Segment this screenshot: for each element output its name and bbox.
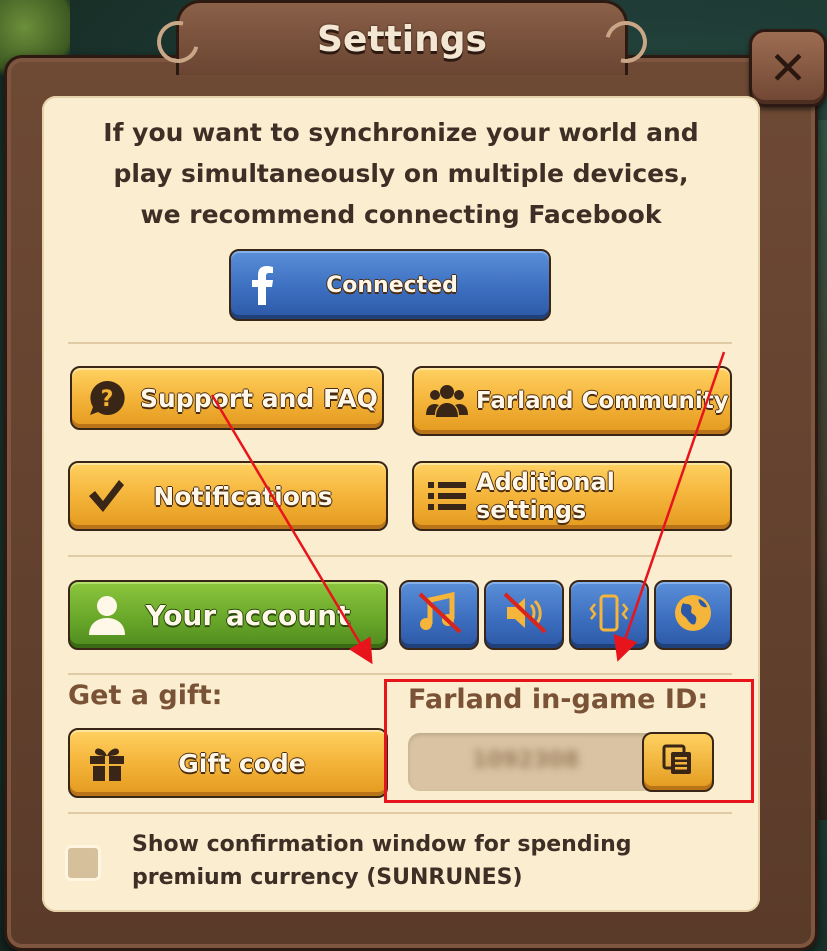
gift-code-label: Gift code: [178, 748, 306, 778]
gift-icon: [86, 742, 128, 784]
divider-top: [68, 342, 732, 344]
speaker-muted-icon: [501, 590, 547, 640]
gift-heading: Get a gift:: [68, 680, 223, 711]
community-label: Farland Community: [476, 388, 729, 414]
additional-settings-button[interactable]: Additional settings: [412, 461, 732, 531]
your-account-button[interactable]: Your account: [68, 580, 388, 650]
facebook-connect-button[interactable]: Connected: [229, 249, 551, 321]
question-icon: ?: [86, 377, 128, 419]
title-plate: Settings: [149, 0, 655, 75]
vibration-icon: [586, 590, 632, 640]
divider-middle: [68, 555, 732, 557]
music-muted-icon: [416, 590, 462, 640]
language-toggle[interactable]: [654, 580, 732, 650]
globe-icon: [671, 591, 715, 639]
person-icon: [86, 594, 128, 636]
divider-bottom: [68, 673, 732, 675]
notifications-button[interactable]: Notifications: [68, 461, 388, 531]
notifications-label: Notifications: [153, 481, 333, 511]
close-button[interactable]: ✕: [749, 29, 827, 107]
facebook-sync-message: If you want to synchronize your world an…: [103, 118, 699, 229]
music-toggle[interactable]: [399, 580, 479, 650]
confirmation-checkbox[interactable]: [65, 845, 101, 881]
additional-settings-label: Additional settings: [476, 468, 615, 524]
id-highlight-box: [384, 679, 754, 803]
divider-footer: [68, 812, 732, 814]
facebook-button-label: Connected: [326, 272, 458, 298]
support-label: Support and FAQ: [140, 383, 378, 413]
sound-toggle[interactable]: [484, 580, 564, 650]
svg-text:?: ?: [101, 387, 114, 412]
support-faq-button[interactable]: ? Support and FAQ: [70, 366, 384, 430]
close-icon: ✕: [768, 41, 808, 95]
window-title: Settings: [317, 18, 487, 60]
list-icon: [426, 475, 468, 517]
vibration-toggle[interactable]: [569, 580, 649, 650]
farland-community-button[interactable]: Farland Community: [412, 366, 732, 436]
your-account-label: Your account: [145, 598, 351, 632]
gift-code-button[interactable]: Gift code: [68, 728, 388, 798]
checkmark-icon: [84, 475, 126, 517]
facebook-icon: [241, 264, 283, 306]
people-icon: [426, 380, 468, 422]
confirmation-label: Show confirmation window for spending pr…: [132, 832, 632, 890]
